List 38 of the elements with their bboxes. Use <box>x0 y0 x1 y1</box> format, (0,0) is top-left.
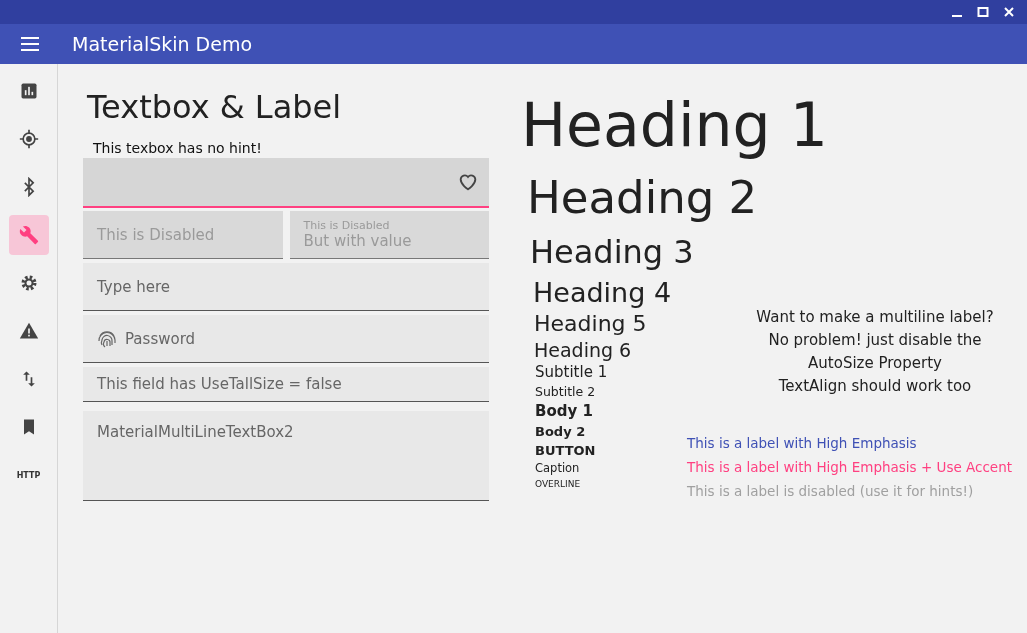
input-field[interactable]: This field has UseTallSize = false <box>83 367 489 402</box>
type-sample: Body 2 <box>535 423 587 441</box>
input-field[interactable]: Type here <box>83 263 489 311</box>
type-sample: Caption <box>535 460 581 477</box>
maximize-icon[interactable] <box>977 6 989 18</box>
heading: Heading 2 <box>527 170 759 226</box>
nav-item[interactable]: HTTP <box>8 455 49 495</box>
type-sample: Heading 4 <box>533 276 673 310</box>
field-value: But with value <box>303 232 412 250</box>
type-sample: Subtitle 1 <box>535 362 609 383</box>
type-sample: Body 1 <box>535 401 594 422</box>
multiline-label: Want to make a multiline label? No problem! just disable the AutoSize Property TextAlign should work too <box>755 307 995 397</box>
input-field[interactable] <box>83 158 489 208</box>
field-label: This texbox has no hint! <box>93 140 263 156</box>
heading: Heading 3 <box>530 232 695 272</box>
text-area[interactable]: MaterialMultiLineTextBox2 <box>83 411 489 501</box>
floating-label: This is Disabled <box>303 219 390 232</box>
wrench-nav-item[interactable] <box>8 215 49 255</box>
emphasis-label: This is a label with High Emphasis + Use Accent <box>687 458 1013 477</box>
menu-icon <box>20 36 40 52</box>
fingerprint-icon <box>97 328 117 349</box>
type-sample: Subtitle 2 <box>535 383 597 401</box>
heading: Heading 1 <box>521 90 829 160</box>
type-sample: OVERLINE <box>535 478 582 491</box>
emphasis-label: This is a label with High Emphasis <box>687 434 918 453</box>
close-icon[interactable] <box>1003 6 1015 18</box>
type-sample: Heading 5 <box>534 310 648 338</box>
type-sample: BUTTON <box>535 442 597 460</box>
placeholder-text: Password <box>125 329 196 348</box>
type-sample: Heading 6 <box>534 338 633 362</box>
heart-icon[interactable] <box>457 171 479 193</box>
wrench-icon <box>18 225 39 245</box>
password-field[interactable]: Password <box>83 315 489 363</box>
app-title: MaterialSkin Demo <box>72 33 253 55</box>
target-icon <box>18 129 39 149</box>
page-title: Textbox & Label <box>87 88 343 126</box>
emphasis-label: This is a label is disabled (use it for hints!) <box>687 482 975 501</box>
warning-icon <box>18 321 39 341</box>
